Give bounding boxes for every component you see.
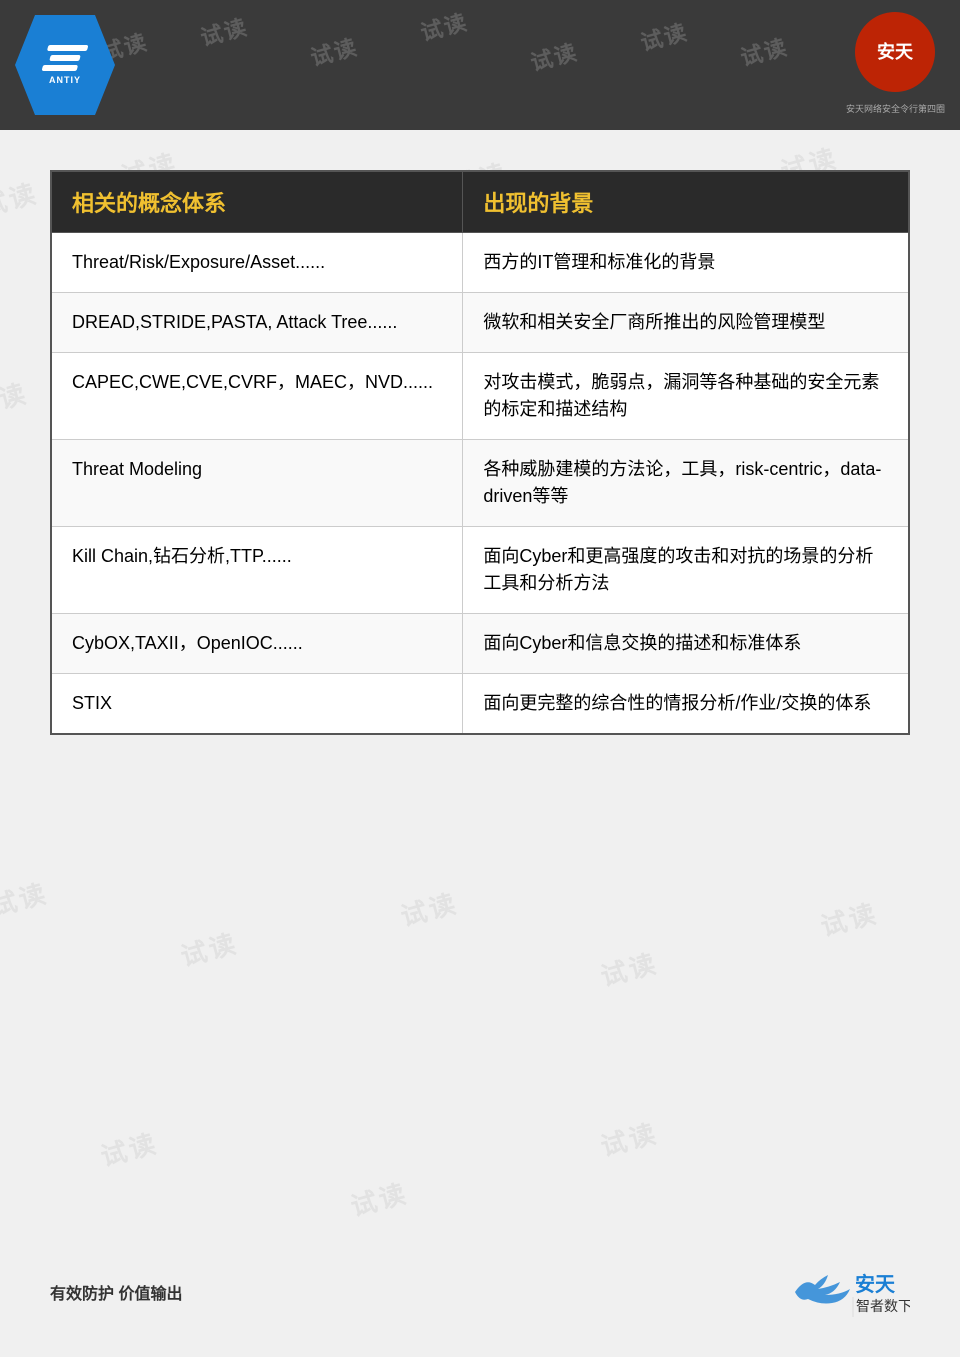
wm2: 试读 <box>197 9 252 52</box>
table-cell-left: Threat Modeling <box>51 440 463 527</box>
table-body: Threat/Risk/Exposure/Asset......西方的IT管理和… <box>51 233 909 735</box>
wm3: 试读 <box>307 29 362 72</box>
bwm19: 试读 <box>596 943 662 994</box>
logo-lines <box>42 45 89 71</box>
table-row: Threat/Risk/Exposure/Asset......西方的IT管理和… <box>51 233 909 293</box>
table-cell-right: 面向更完整的综合性的情报分析/作业/交换的体系 <box>463 674 909 735</box>
header-right-subtitle: 安天网络安全令行第四圈 <box>846 102 945 115</box>
brand-icon: 安天 <box>853 10 938 95</box>
col1-header: 相关的概念体系 <box>51 171 463 233</box>
concept-table: 相关的概念体系 出现的背景 Threat/Risk/Exposure/Asset… <box>50 170 910 735</box>
table-row: DREAD,STRIDE,PASTA, Attack Tree......微软和… <box>51 293 909 353</box>
footer-slogan: 有效防护 价值输出 <box>50 1280 182 1304</box>
bwm20: 试读 <box>816 893 882 944</box>
table-row: Threat Modeling各种威胁建模的方法论，工具，risk-centri… <box>51 440 909 527</box>
table-row: Kill Chain,钻石分析,TTP......面向Cyber和更高强度的攻击… <box>51 527 909 614</box>
table-cell-left: Kill Chain,钻石分析,TTP...... <box>51 527 463 614</box>
footer-logo-area: 安天 智者数下 <box>790 1267 910 1317</box>
bwm23: 试读 <box>596 1113 662 1164</box>
table-cell-left: CAPEC,CWE,CVE,CVRF，MAEC，NVD...... <box>51 353 463 440</box>
logo-line-1 <box>47 45 89 51</box>
header-watermarks: 试读 试读 试读 试读 试读 试读 试读 <box>0 0 960 130</box>
table-cell-left: CybOX,TAXII，OpenIOC...... <box>51 614 463 674</box>
table-cell-right: 微软和相关安全厂商所推出的风险管理模型 <box>463 293 909 353</box>
wm4: 试读 <box>417 4 472 47</box>
footer: 有效防护 价值输出 安天 智者数下 <box>0 1267 960 1317</box>
bwm22: 试读 <box>346 1173 412 1224</box>
footer-brand-logo: 安天 智者数下 <box>790 1267 910 1317</box>
table-cell-right: 面向Cyber和更高强度的攻击和对抗的场景的分析工具和分析方法 <box>463 527 909 614</box>
header-right: 安天 安天网络安全令行第四圈 <box>846 10 945 115</box>
table-cell-right: 西方的IT管理和标准化的背景 <box>463 233 909 293</box>
table-cell-left: DREAD,STRIDE,PASTA, Attack Tree...... <box>51 293 463 353</box>
logo-line-3 <box>42 65 79 71</box>
table-cell-right: 面向Cyber和信息交换的描述和标准体系 <box>463 614 909 674</box>
logo-text: ANTIY <box>49 75 81 85</box>
wm5: 试读 <box>527 34 582 77</box>
svg-text:智者数下: 智者数下 <box>856 1298 910 1314</box>
wm7: 试读 <box>737 29 792 72</box>
svg-text:安天: 安天 <box>855 1272 896 1296</box>
table-row: STIX面向更完整的综合性的情报分析/作业/交换的体系 <box>51 674 909 735</box>
wm6: 试读 <box>637 14 692 57</box>
col2-header: 出现的背景 <box>463 171 909 233</box>
main-content: 相关的概念体系 出现的背景 Threat/Risk/Exposure/Asset… <box>0 130 960 765</box>
table-cell-right: 各种威胁建模的方法论，工具，risk-centric，data-driven等等 <box>463 440 909 527</box>
bwm17: 试读 <box>176 923 242 974</box>
logo-line-2 <box>49 55 81 61</box>
table-row: CybOX,TAXII，OpenIOC......面向Cyber和信息交换的描述… <box>51 614 909 674</box>
table-cell-left: Threat/Risk/Exposure/Asset...... <box>51 233 463 293</box>
svg-text:安天: 安天 <box>877 41 914 62</box>
table-cell-left: STIX <box>51 674 463 735</box>
bwm16: 试读 <box>0 873 52 924</box>
table-row: CAPEC,CWE,CVE,CVRF，MAEC，NVD......对攻击模式，脆… <box>51 353 909 440</box>
header: ANTIY 试读 试读 试读 试读 试读 试读 试读 安天 安天网络安全令行第四… <box>0 0 960 130</box>
table-header-row: 相关的概念体系 出现的背景 <box>51 171 909 233</box>
bwm18: 试读 <box>396 883 462 934</box>
bwm21: 试读 <box>96 1123 162 1174</box>
table-cell-right: 对攻击模式，脆弱点，漏洞等各种基础的安全元素的标定和描述结构 <box>463 353 909 440</box>
logo: ANTIY <box>15 15 115 115</box>
